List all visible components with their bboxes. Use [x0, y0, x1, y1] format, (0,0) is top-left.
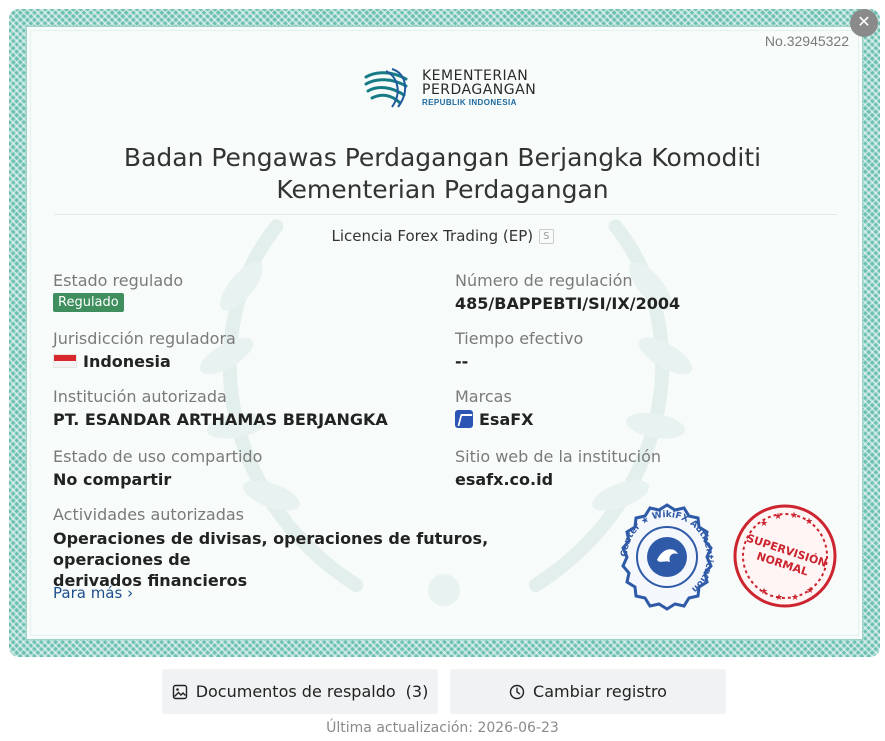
- regulator-title-line-1: Badan Pengawas Perdagangan Berjangka Kom…: [123, 143, 762, 172]
- last-updated: Última actualización: 2026-06-23: [326, 720, 559, 736]
- change-registry-label[interactable]: Cambiar registro: [533, 682, 667, 701]
- esafx-brand-icon: [455, 410, 473, 428]
- field-label: Institución autorizada: [53, 387, 227, 406]
- close-button[interactable]: ✕: [850, 9, 878, 37]
- field-shared-status: Estado de uso compartido No compartir: [53, 447, 262, 489]
- documents-count[interactable]: (3): [406, 682, 429, 701]
- field-label: Actividades autorizadas: [53, 505, 245, 524]
- field-value: 485/BAPPEBTI/SI/IX/2004: [455, 294, 681, 313]
- field-label: Marcas: [455, 387, 512, 406]
- license-type-label: Licencia Forex Trading (EP): [331, 227, 534, 245]
- certificate-number: No.32945322: [764, 33, 849, 49]
- documents-button-label[interactable]: Documentos de respaldo: [196, 682, 396, 701]
- ministry-emblem-icon: [364, 68, 408, 108]
- svg-text:★: ★: [760, 587, 768, 597]
- svg-text:★: ★: [774, 512, 782, 522]
- license-badge: S: [539, 229, 554, 244]
- documents-button[interactable]: Documentos de respaldo (3): [162, 669, 438, 714]
- normal-supervision-seal: ★★ ★★ ★★ ★★ SUPERVISIÓN NORMAL: [733, 504, 837, 608]
- more-link[interactable]: Para más ›: [53, 584, 133, 602]
- website-link[interactable]: esafx.co.id: [455, 470, 661, 489]
- field-activities: Actividades autorizadas Operaciones de d…: [53, 505, 573, 591]
- seals-graphic: Center ★ WikiFX Authentication ★ ★ ★ ★ ★ ★ ★ ★…: [620, 503, 837, 611]
- field-value: Operaciones de divisas, operaciones de f…: [53, 528, 573, 591]
- field-brands: Marcas EsaFX: [455, 387, 534, 429]
- field-institution: Institución autorizada PT. ESANDAR ARTHA…: [53, 387, 388, 429]
- regulator-title-line-2: Kementerian Perdagangan: [276, 175, 609, 204]
- field-jurisdiction: Jurisdicción reguladora Indonesia: [53, 329, 236, 371]
- logo-line-2: PERDAGANGAN: [422, 82, 537, 98]
- field-regulated-status: Estado regulado Regulado: [53, 271, 183, 312]
- license-type: Licencia Forex Trading (EP) S: [0, 227, 885, 245]
- chevron-right-icon[interactable]: ›: [127, 584, 133, 602]
- field-label: Número de regulación: [455, 271, 633, 290]
- change-registry-button[interactable]: Cambiar registro: [450, 669, 726, 714]
- field-regulation-number: Número de regulación 485/BAPPEBTI/SI/IX/…: [455, 271, 680, 313]
- svg-text:★: ★: [775, 593, 783, 603]
- svg-text:★: ★: [790, 511, 798, 521]
- field-value: No compartir: [53, 470, 172, 489]
- ministry-logo: KEMENTERIAN PERDAGANGAN REPUBLIK INDONES…: [362, 65, 536, 111]
- title-divider: [54, 214, 837, 215]
- more-link-label[interactable]: Para más: [53, 584, 122, 602]
- field-value: Indonesia: [83, 352, 171, 371]
- indonesia-flag-icon: [53, 354, 77, 368]
- close-icon[interactable]: ✕: [857, 15, 870, 31]
- activities-line-1: Operaciones de divisas, operaciones de f…: [53, 529, 489, 569]
- field-label: Sitio web de la institución: [455, 447, 662, 466]
- logo-line-3: REPUBLIK INDONESIA: [422, 98, 517, 107]
- field-value: PT. ESANDAR ARTHAMAS BERJANGKA: [53, 410, 388, 429]
- seals: Center ★ WikiFX Authentication ★ ★ ★ ★ ★ ★ ★ ★…: [612, 502, 842, 619]
- regulator-title: Badan Pengawas Perdagangan Berjangka Kom…: [40, 142, 845, 206]
- svg-text:★: ★: [805, 517, 813, 527]
- field-label: Estado regulado: [53, 271, 184, 290]
- field-value: --: [455, 352, 469, 371]
- field-label: Estado de uso compartido: [53, 447, 263, 466]
- field-website: Sitio web de la institución esafx.co.id: [455, 447, 661, 489]
- image-icon[interactable]: [172, 684, 188, 700]
- wikifx-authentication-seal: Center ★ WikiFX Authentication: [620, 503, 714, 611]
- field-label: Tiempo efectivo: [455, 329, 584, 348]
- logo-line-1: KEMENTERIAN: [422, 68, 529, 84]
- field-value[interactable]: EsaFX: [479, 410, 534, 429]
- field-label: Jurisdicción reguladora: [53, 329, 236, 348]
- svg-text:★: ★: [806, 586, 814, 596]
- status-badge: Regulado: [53, 293, 124, 312]
- svg-text:★: ★: [791, 593, 799, 603]
- field-effective-time: Tiempo efectivo --: [455, 329, 583, 371]
- clock-icon[interactable]: [509, 684, 525, 700]
- svg-text:★: ★: [760, 519, 768, 529]
